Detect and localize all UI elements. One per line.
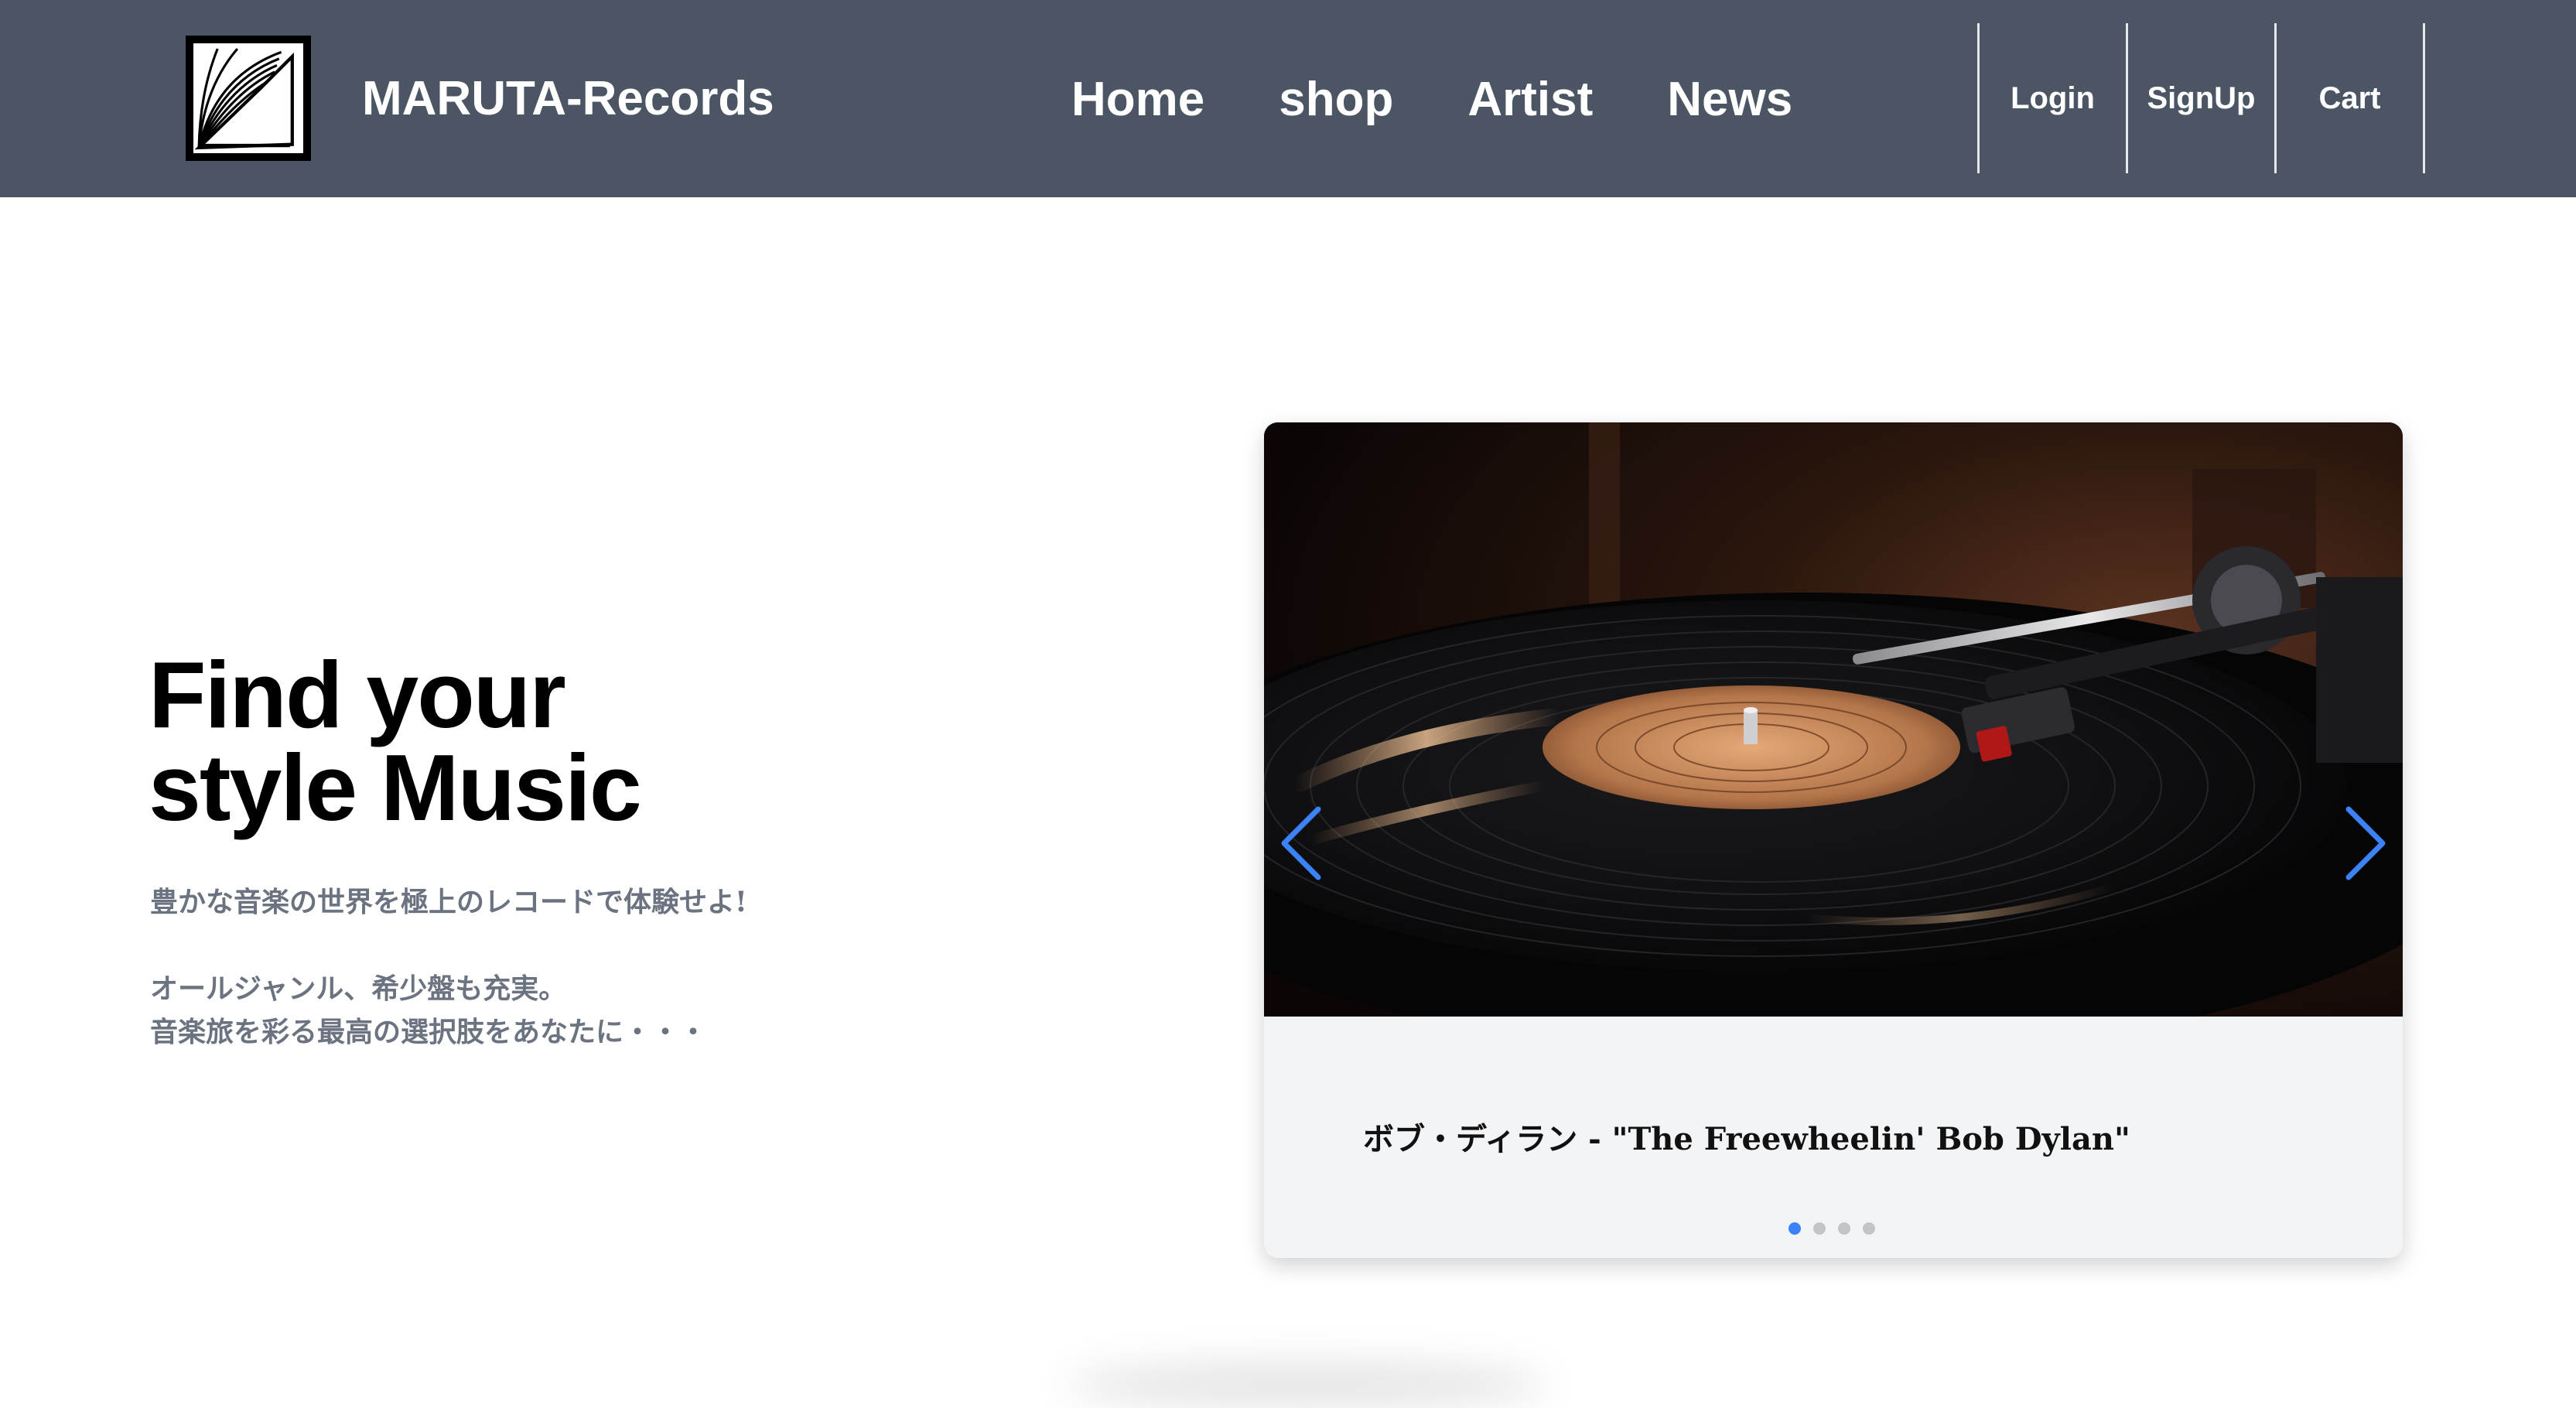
main-nav: Home shop Artist News xyxy=(1071,71,1792,128)
carousel-prev-button[interactable] xyxy=(1278,805,1324,882)
carousel-dot-2[interactable] xyxy=(1813,1222,1826,1235)
logo-icon[interactable] xyxy=(186,36,311,161)
decorative-shadow xyxy=(1068,1362,1547,1408)
signup-button[interactable]: SignUp xyxy=(2128,23,2277,173)
hero-title: Find your style Music xyxy=(149,642,642,840)
login-button[interactable]: Login xyxy=(1980,23,2128,173)
carousel-dot-3[interactable] xyxy=(1838,1222,1850,1235)
hero-description: 豊かな音楽の世界を極上のレコードで体験せよ! オールジャンル、希少盤も充実。 音… xyxy=(150,880,1156,1054)
brand-name[interactable]: MARUTA-Records xyxy=(362,70,774,128)
vinyl-turntable-photo xyxy=(1264,422,2403,1017)
hero-desc-line-1: 豊かな音楽の世界を極上のレコードで体験せよ! xyxy=(150,886,747,918)
nav-news[interactable]: News xyxy=(1667,71,1792,128)
site-header: MARUTA-Records Home shop Artist News Log… xyxy=(0,0,2576,197)
carousel-caption: ボブ・ディラン - "The Freewheelin' Bob Dylan" xyxy=(1363,1121,2130,1157)
nav-home[interactable]: Home xyxy=(1071,71,1204,128)
carousel-next-button[interactable] xyxy=(2342,805,2389,882)
account-nav: Login SignUp Cart xyxy=(1977,23,2425,173)
hero-desc-spacer xyxy=(150,924,1156,967)
carousel-slide-image xyxy=(1264,422,2403,1017)
hero-desc-line-3: 音楽旅を彩る最高の選択肢をあなたに・・・ xyxy=(150,1016,708,1048)
carousel-dot-1[interactable] xyxy=(1789,1222,1801,1235)
hero-desc-line-2: オールジャンル、希少盤も充実。 xyxy=(150,972,567,1005)
hero-title-line-1: Find your xyxy=(149,642,566,747)
nav-shop[interactable]: shop xyxy=(1279,71,1393,128)
carousel-dot-4[interactable] xyxy=(1863,1222,1875,1235)
nav-artist[interactable]: Artist xyxy=(1467,71,1593,128)
chevron-right-icon xyxy=(2345,806,2386,880)
carousel-card: ボブ・ディラン - "The Freewheelin' Bob Dylan" xyxy=(1264,422,2403,1258)
carousel-indicators xyxy=(1789,1222,1875,1235)
hero-title-line-2: style Music xyxy=(149,735,642,840)
record-sleeve-logo-graphic xyxy=(193,43,303,153)
cart-button[interactable]: Cart xyxy=(2277,23,2425,173)
chevron-left-icon xyxy=(1281,806,1321,880)
